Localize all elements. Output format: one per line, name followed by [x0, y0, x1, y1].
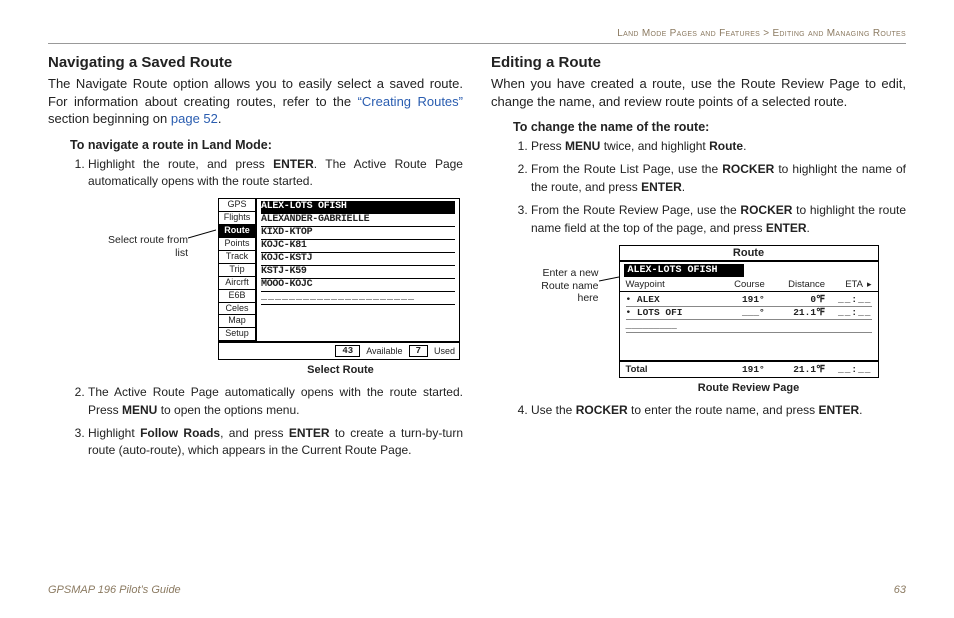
- header-rule: [48, 43, 906, 44]
- steps-navigate-cont: The Active Route Page automatically open…: [70, 384, 463, 460]
- step-r2: From the Route List Page, use the ROCKER…: [531, 161, 906, 196]
- review-title: Route: [620, 246, 878, 262]
- footer-page-number: 63: [894, 584, 906, 596]
- used-count: 7: [409, 345, 428, 357]
- side-tab-gps: GPS: [219, 199, 255, 212]
- route-row: KIXD-KTOP: [261, 227, 455, 240]
- annotation-line-2: [599, 245, 619, 394]
- route-row: ALEXANDER-GABRIELLE: [261, 214, 455, 227]
- route-row: KSTJ-K59: [261, 266, 455, 279]
- link-creating-routes[interactable]: “Creating Routes”: [358, 94, 463, 109]
- breadcrumb: Land Mode Pages and Features > Editing a…: [48, 28, 906, 39]
- annotation-route-name: Enter a new Route name here: [519, 245, 599, 394]
- used-label: Used: [434, 346, 455, 356]
- figure-route-review: Enter a new Route name here Route ALEX-L…: [491, 245, 906, 394]
- route-row-empty: ______________________: [261, 292, 455, 305]
- page-footer: GPSMAP 196 Pilot’s Guide 63: [48, 584, 906, 596]
- caption-route-review: Route Review Page: [619, 382, 879, 394]
- review-rows: • ALEX191°0℉__:__• LOTS OFI___°21.1℉__:_…: [620, 292, 878, 360]
- intro-navigating: The Navigate Route option allows you to …: [48, 75, 463, 128]
- side-tab-track: Track: [219, 251, 255, 264]
- steps-edit: Press MENU twice, and highlight Route. F…: [513, 138, 906, 237]
- page: Land Mode Pages and Features > Editing a…: [0, 0, 954, 618]
- crumb-section: Land Mode Pages and Features: [617, 28, 760, 39]
- caption-select-route: Select Route: [218, 364, 463, 376]
- side-tab-map: Map: [219, 315, 255, 328]
- available-count: 43: [335, 345, 360, 357]
- heading-navigating: Navigating a Saved Route: [48, 54, 463, 71]
- heading-editing: Editing a Route: [491, 54, 906, 71]
- review-headers: Waypoint Course Distance ETA▸: [620, 279, 878, 292]
- left-column: Navigating a Saved Route The Navigate Ro…: [48, 54, 463, 468]
- screen-footer: 43 Available 7 Used: [219, 341, 459, 359]
- review-row: _________: [626, 320, 872, 333]
- route-list: ALEX-LOTS OFISHALEXANDER-GABRIELLEKIXD-K…: [257, 199, 459, 341]
- side-tab-setup: Setup: [219, 328, 255, 341]
- side-tab-points: Points: [219, 238, 255, 251]
- route-row: KOJC-K81: [261, 240, 455, 253]
- available-label: Available: [366, 346, 402, 356]
- link-page-52[interactable]: page 52: [171, 111, 218, 126]
- subhead-navigate-land: To navigate a route in Land Mode:: [70, 138, 463, 152]
- step-r3: From the Route Review Page, use the ROCK…: [531, 202, 906, 237]
- step-r1: Press MENU twice, and highlight Route.: [531, 138, 906, 155]
- annotation-select-route: Select route from list: [108, 198, 188, 259]
- side-tab-celes: Celes: [219, 303, 255, 316]
- figure-select-route: Select route from list GPSFlightsRoutePo…: [108, 198, 463, 376]
- side-tab-flights: Flights: [219, 212, 255, 225]
- steps-edit-cont: Use the ROCKER to enter the route name, …: [513, 402, 906, 419]
- side-tab-trip: Trip: [219, 264, 255, 277]
- route-row: MOOO-KOJC: [261, 279, 455, 292]
- step-3: Highlight Follow Roads, and press ENTER …: [88, 425, 463, 460]
- scroll-right-icon: ▸: [863, 279, 872, 289]
- route-row: KOJC-KSTJ: [261, 253, 455, 266]
- crumb-page: Editing and Managing Routes: [772, 28, 906, 39]
- review-row: • ALEX191°0℉__:__: [626, 294, 872, 307]
- intro-editing: When you have created a route, use the R…: [491, 75, 906, 110]
- route-review-screen: Route ALEX-LOTS OFISH Waypoint Course Di…: [619, 245, 879, 378]
- side-tabs: GPSFlightsRoutePointsTrackTripAircrftE6B…: [219, 199, 257, 341]
- review-row: • LOTS OFI___°21.1℉__:__: [626, 307, 872, 320]
- step-2: The Active Route Page automatically open…: [88, 384, 463, 419]
- route-name-field: ALEX-LOTS OFISH: [624, 264, 744, 277]
- annotation-line: [188, 198, 216, 246]
- content-columns: Navigating a Saved Route The Navigate Ro…: [48, 54, 906, 468]
- side-tab-route: Route: [219, 225, 255, 238]
- crumb-sep: >: [760, 28, 772, 39]
- footer-guide: GPSMAP 196 Pilot’s Guide: [48, 584, 181, 596]
- right-column: Editing a Route When you have created a …: [491, 54, 906, 468]
- route-row: ALEX-LOTS OFISH: [261, 201, 455, 214]
- steps-navigate: Highlight the route, and press ENTER. Th…: [70, 156, 463, 191]
- subhead-change-name: To change the name of the route:: [513, 120, 906, 134]
- step-r4: Use the ROCKER to enter the route name, …: [531, 402, 906, 419]
- step-1: Highlight the route, and press ENTER. Th…: [88, 156, 463, 191]
- side-tab-e6b: E6B: [219, 290, 255, 303]
- side-tab-aircrft: Aircrft: [219, 277, 255, 290]
- select-route-screen: GPSFlightsRoutePointsTrackTripAircrftE6B…: [218, 198, 460, 360]
- review-total: Total 191° 21.1℉ __:__: [620, 360, 878, 377]
